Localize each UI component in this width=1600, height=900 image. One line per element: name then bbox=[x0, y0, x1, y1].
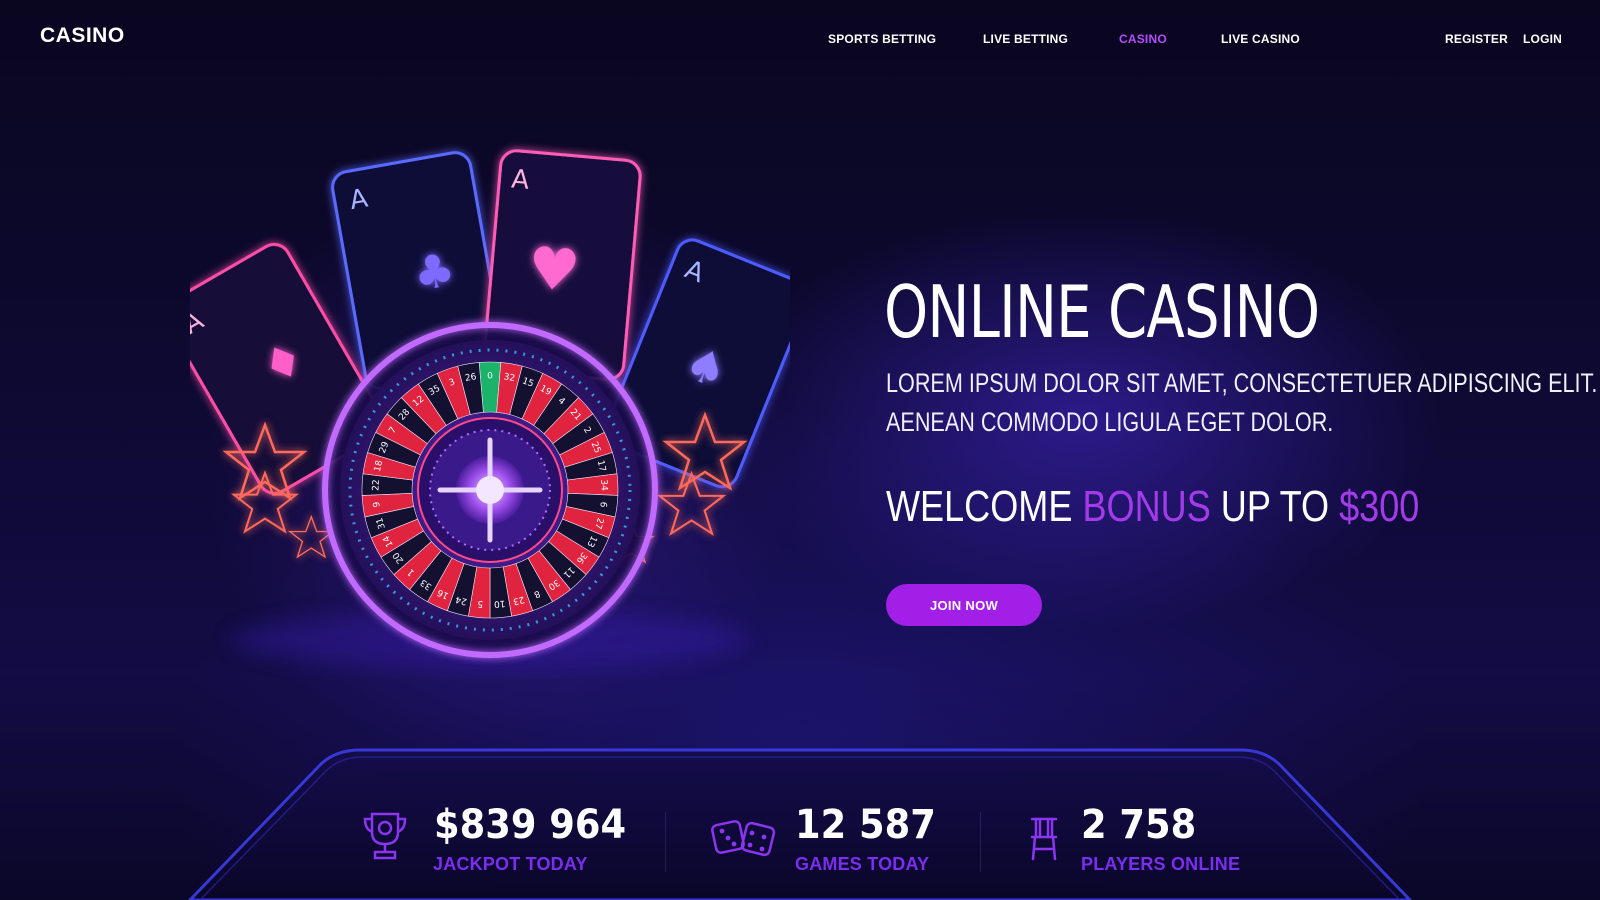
wheel-number: 26 bbox=[464, 372, 477, 384]
stats-divider bbox=[665, 812, 666, 872]
bonus-amount: $300 bbox=[1339, 482, 1420, 531]
nav-sports-betting[interactable]: SPORTS BETTING bbox=[828, 32, 936, 46]
games-value: 12 587 bbox=[795, 802, 936, 848]
register-link[interactable]: REGISTER bbox=[1445, 32, 1508, 46]
trophy-icon bbox=[363, 812, 407, 860]
nav-live-betting[interactable]: LIVE BETTING bbox=[983, 32, 1068, 46]
hero-subtitle-line2: AENEAN COMMODO LIGULA EGET DOLOR. bbox=[886, 407, 1334, 437]
bonus-text-2: UP TO bbox=[1210, 482, 1340, 531]
main-nav: SPORTS BETTING LIVE BETTING CASINO LIVE … bbox=[0, 32, 1600, 52]
hero-title: ONLINE CASINO bbox=[884, 270, 1320, 354]
card-rank: A bbox=[510, 164, 531, 195]
wheel-number: 34 bbox=[598, 479, 608, 491]
wheel-number: 0 bbox=[487, 372, 493, 382]
join-now-button[interactable]: JOIN NOW bbox=[886, 584, 1042, 626]
dice-icon bbox=[711, 820, 776, 857]
chair-icon bbox=[1030, 817, 1058, 861]
casino-illustration: A ♣ A ♠ A ♥ A ♦ 0 32 151942122517346271336… bbox=[190, 149, 790, 670]
heart-icon: ♥ bbox=[525, 233, 583, 305]
wheel-number: 32 bbox=[503, 372, 516, 384]
wheel-number: 22 bbox=[371, 479, 381, 491]
bonus-text-1: WELCOME bbox=[886, 482, 1083, 531]
nav-casino[interactable]: CASINO bbox=[1119, 32, 1167, 46]
nav-live-casino[interactable]: LIVE CASINO bbox=[1221, 32, 1300, 46]
wheel-number: 10 bbox=[493, 598, 506, 609]
jackpot-value: $839 964 bbox=[434, 802, 627, 848]
welcome-bonus: WELCOME BONUS UP TO $300 bbox=[886, 482, 1419, 532]
players-label: PLAYERS ONLINE bbox=[1081, 854, 1241, 874]
login-link[interactable]: LOGIN bbox=[1523, 32, 1562, 46]
stats-divider bbox=[980, 812, 981, 872]
wheel-number: 5 bbox=[477, 598, 484, 608]
hero-subtitle-line1: LOREM IPSUM DOLOR SIT AMET, CONSECTETUER… bbox=[886, 368, 1598, 398]
bonus-highlight-1: BONUS bbox=[1082, 482, 1211, 531]
roulette-wheel-icon: 0 32 1519421225173462713361130823105241633… bbox=[322, 322, 658, 658]
games-label: GAMES TODAY bbox=[795, 854, 930, 874]
jackpot-label: JACKPOT TODAY bbox=[433, 854, 588, 874]
hero-subtitle: LOREM IPSUM DOLOR SIT AMET, CONSECTETUER… bbox=[886, 364, 1597, 442]
players-value: 2 758 bbox=[1081, 802, 1197, 848]
